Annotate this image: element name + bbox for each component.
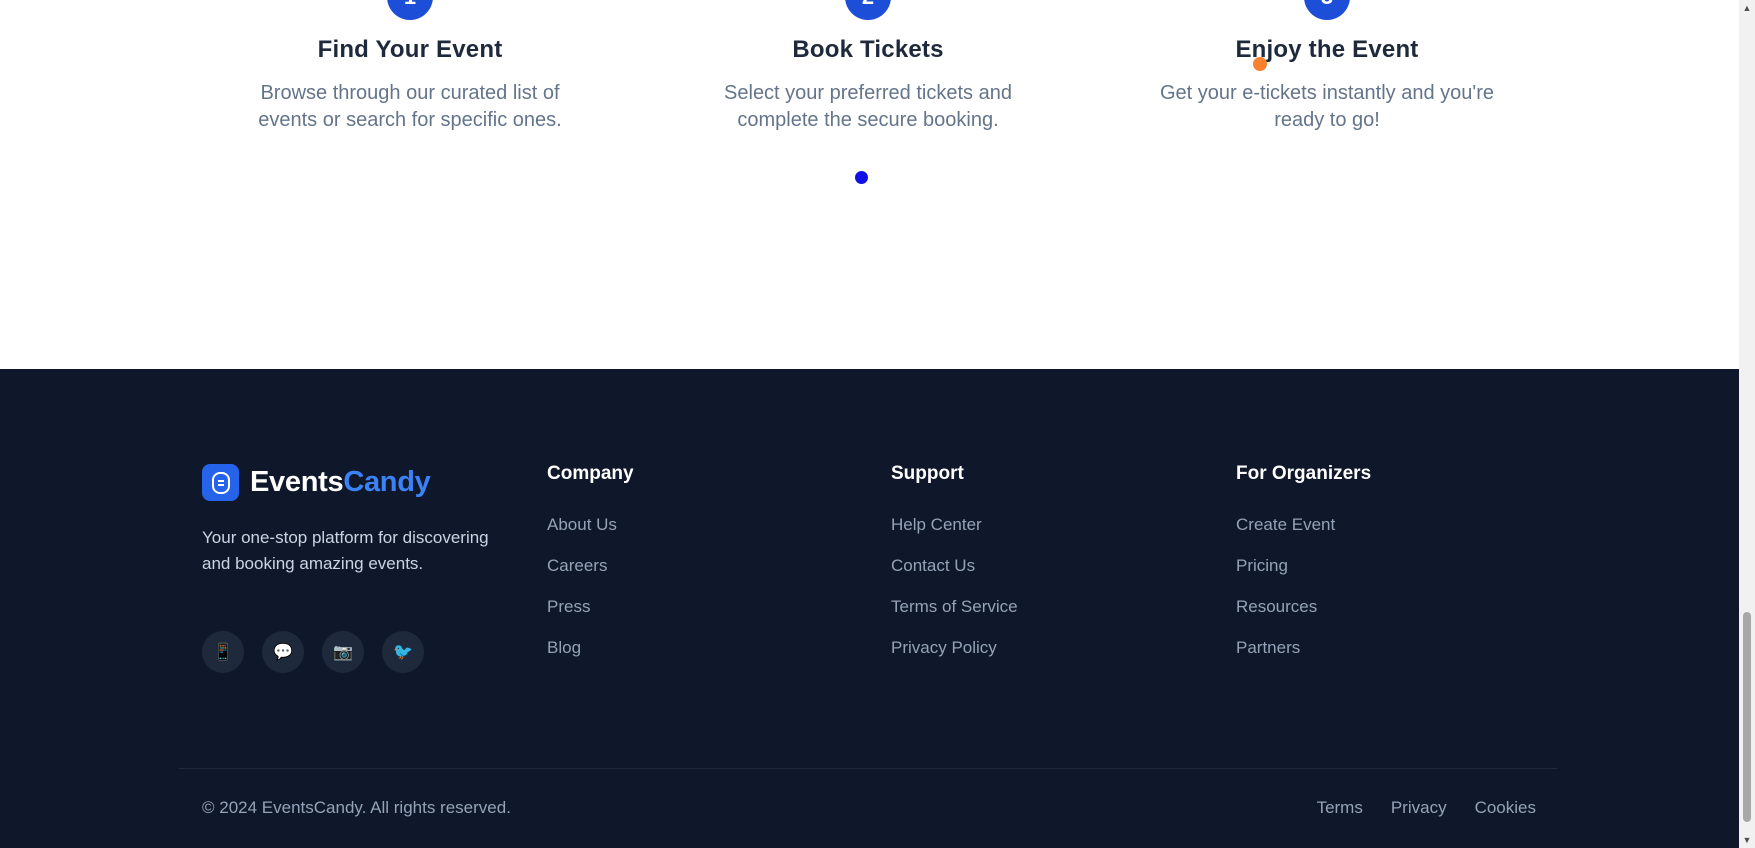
footer-column-title: Company xyxy=(547,463,634,484)
footer-column-organizers: For Organizers Create Event Pricing Reso… xyxy=(1236,461,1536,668)
footer-link-press[interactable]: Press xyxy=(547,586,847,627)
copyright-text: © 2024 EventsCandy. All rights reserved. xyxy=(202,798,511,817)
footer-column-company: Company About Us Careers Press Blog xyxy=(547,461,847,668)
camera-icon: 📷 xyxy=(333,644,353,661)
site-footer: EventsCandy Your one-stop platform for d… xyxy=(0,369,1739,848)
footer-column-support: Support Help Center Contact Us Terms of … xyxy=(891,461,1191,668)
bird-icon: 🐦 xyxy=(393,644,413,661)
step-title: Enjoy the Event xyxy=(1235,36,1419,63)
footer-link-privacy-policy[interactable]: Privacy Policy xyxy=(891,627,1191,668)
brand-name: EventsCandy xyxy=(250,466,431,499)
vertical-scrollbar[interactable]: ▲ ▼ xyxy=(1739,0,1755,848)
step-description: Select your preferred tickets and comple… xyxy=(724,82,1012,131)
brand-tagline: Your one-stop platform for discovering a… xyxy=(202,528,489,573)
footer-brand[interactable]: EventsCandy xyxy=(202,464,431,501)
social-link-bird[interactable]: 🐦 xyxy=(382,631,424,673)
chat-icon: 💬 xyxy=(273,644,293,661)
step-title: Book Tickets xyxy=(792,36,944,63)
social-link-phone[interactable]: 📱 xyxy=(202,631,244,673)
legal-link-cookies[interactable]: Cookies xyxy=(1475,798,1536,818)
step-title: Find Your Event xyxy=(317,36,503,63)
step-number-badge: 2 xyxy=(845,0,891,20)
footer-column-title: Support xyxy=(891,463,964,484)
scroll-down-arrow-icon[interactable]: ▼ xyxy=(1739,832,1755,848)
footer-link-careers[interactable]: Careers xyxy=(547,545,847,586)
footer-link-pricing[interactable]: Pricing xyxy=(1236,545,1536,586)
legal-link-terms[interactable]: Terms xyxy=(1317,798,1363,818)
social-links: 📱 💬 📷 🐦 xyxy=(202,631,424,673)
footer-link-blog[interactable]: Blog xyxy=(547,627,847,668)
how-it-works-section: 1 Find Your Event Browse through our cur… xyxy=(0,0,1739,369)
step-description: Get your e-tickets instantly and you're … xyxy=(1160,82,1494,131)
footer-link-create-event[interactable]: Create Event xyxy=(1236,504,1536,545)
brand-name-events: Events xyxy=(250,466,344,498)
footer-link-contact-us[interactable]: Contact Us xyxy=(891,545,1191,586)
cursor-indicator xyxy=(1253,57,1267,71)
phone-icon: 📱 xyxy=(213,644,233,661)
scroll-up-arrow-icon[interactable]: ▲ xyxy=(1739,0,1755,16)
footer-divider xyxy=(179,768,1557,769)
ticket-icon xyxy=(202,464,239,501)
carousel-indicator-dot[interactable] xyxy=(855,171,868,184)
page: 1 Find Your Event Browse through our cur… xyxy=(0,0,1739,848)
footer-link-help-center[interactable]: Help Center xyxy=(891,504,1191,545)
footer-column-title: For Organizers xyxy=(1236,463,1372,484)
legal-links: Terms Privacy Cookies xyxy=(1317,798,1536,818)
scrollbar-thumb[interactable] xyxy=(1743,612,1751,822)
footer-link-about-us[interactable]: About Us xyxy=(547,504,847,545)
footer-link-terms-of-service[interactable]: Terms of Service xyxy=(891,586,1191,627)
step-number-badge: 3 xyxy=(1304,0,1350,20)
footer-link-partners[interactable]: Partners xyxy=(1236,627,1536,668)
social-link-camera[interactable]: 📷 xyxy=(322,631,364,673)
brand-name-candy: Candy xyxy=(343,466,431,498)
legal-link-privacy[interactable]: Privacy xyxy=(1391,798,1447,818)
step-description: Browse through our curated list of event… xyxy=(258,82,562,131)
social-link-chat[interactable]: 💬 xyxy=(262,631,304,673)
footer-link-resources[interactable]: Resources xyxy=(1236,586,1536,627)
step-number-badge: 1 xyxy=(387,0,433,20)
